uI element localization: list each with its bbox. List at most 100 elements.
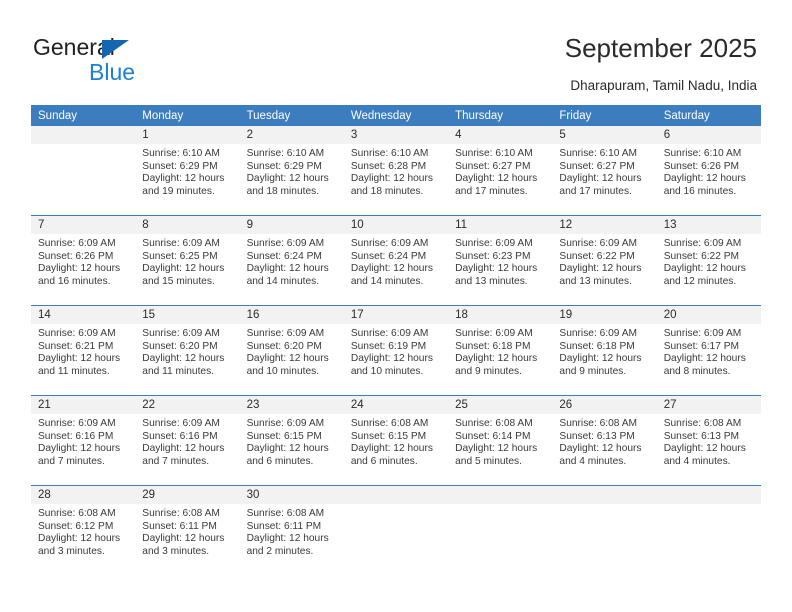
- calendar-day-cell[interactable]: 21 Sunrise: 6:09 AM Sunset: 6:16 PM Dayligh…: [31, 396, 136, 485]
- day-details: Sunrise: 6:08 AM Sunset: 6:14 PM Daylight:…: [448, 414, 552, 468]
- daylight-duration-line2: and 16 minutes.: [663, 185, 737, 197]
- day-details: Sunrise: 6:08 AM Sunset: 6:13 PM Daylight:…: [552, 414, 656, 468]
- calendar-day-cell[interactable]: 9 Sunrise: 6:09 AM Sunset: 6:24 PM Daylight…: [239, 216, 344, 305]
- daylight-duration-line2: and 15 minutes.: [142, 275, 215, 287]
- sunset-time: Sunset: 6:13 PM: [559, 430, 635, 442]
- calendar-header-row: Sunday Monday Tuesday Wednesday Thursday…: [31, 105, 761, 126]
- day-cell-inner: 5 Sunrise: 6:10 AM Sunset: 6:27 PM Daylight…: [552, 126, 657, 215]
- day-cell-inner: 14 Sunrise: 6:09 AM Sunset: 6:21 PM Dayligh…: [31, 306, 136, 395]
- calendar-day-cell[interactable]: 20 Sunrise: 6:09 AM Sunset: 6:17 PM Dayligh…: [656, 306, 761, 395]
- column-header-saturday: Saturday: [656, 105, 761, 126]
- daylight-duration-line2: and 18 minutes.: [350, 185, 424, 197]
- day-number: [343, 486, 449, 504]
- day-cell-inner: [343, 486, 449, 575]
- sunset-time: Sunset: 6:29 PM: [142, 160, 218, 172]
- sunset-time: Sunset: 6:11 PM: [246, 520, 322, 532]
- calendar-day-cell[interactable]: 22 Sunrise: 6:09 AM Sunset: 6:16 PM Dayligh…: [135, 396, 240, 485]
- day-number: 11: [448, 216, 553, 234]
- calendar-week-row: 21 Sunrise: 6:09 AM Sunset: 6:16 PM Dayligh…: [31, 396, 761, 485]
- sunset-time: Sunset: 6:16 PM: [38, 430, 114, 442]
- calendar-day-cell[interactable]: 18 Sunrise: 6:09 AM Sunset: 6:18 PM Dayligh…: [448, 306, 553, 395]
- calendar-day-cell[interactable]: 8 Sunrise: 6:09 AM Sunset: 6:25 PM Daylight…: [135, 216, 240, 305]
- logo-text-blue: Blue: [89, 59, 136, 85]
- day-number: [552, 486, 657, 504]
- day-number: 28: [31, 486, 136, 504]
- calendar-day-cell[interactable]: 3 Sunrise: 6:10 AM Sunset: 6:28 PM Daylight…: [343, 126, 449, 215]
- calendar-day-cell[interactable]: 17 Sunrise: 6:09 AM Sunset: 6:19 PM Dayligh…: [343, 306, 449, 395]
- sunrise-time: Sunrise: 6:10 AM: [350, 148, 429, 159]
- daylight-duration-line1: Daylight: 12 hours: [38, 263, 121, 274]
- calendar-week-row: 28 Sunrise: 6:08 AM Sunset: 6:12 PM Dayligh…: [31, 486, 761, 575]
- calendar-day-cell[interactable]: 15 Sunrise: 6:09 AM Sunset: 6:20 PM Dayligh…: [135, 306, 240, 395]
- sunrise-time: Sunrise: 6:08 AM: [350, 418, 429, 429]
- day-cell-inner: [448, 486, 553, 575]
- calendar-day-cell[interactable]: 7 Sunrise: 6:09 AM Sunset: 6:26 PM Daylight…: [31, 216, 136, 305]
- daylight-duration-line2: and 13 minutes.: [559, 275, 632, 287]
- day-cell-inner: 12 Sunrise: 6:09 AM Sunset: 6:22 PM Dayligh…: [552, 216, 657, 305]
- calendar-day-cell[interactable]: 5 Sunrise: 6:10 AM Sunset: 6:27 PM Daylight…: [552, 126, 657, 215]
- calendar-day-cell[interactable]: 29 Sunrise: 6:08 AM Sunset: 6:11 PM Dayligh…: [135, 486, 240, 575]
- calendar-day-cell[interactable]: 30 Sunrise: 6:08 AM Sunset: 6:11 PM Dayligh…: [239, 486, 344, 575]
- calendar-day-cell[interactable]: 14 Sunrise: 6:09 AM Sunset: 6:21 PM Dayligh…: [31, 306, 136, 395]
- sunset-time: Sunset: 6:27 PM: [455, 160, 531, 172]
- calendar-day-cell[interactable]: 2 Sunrise: 6:10 AM Sunset: 6:29 PM Daylight…: [239, 126, 344, 215]
- sunset-time: Sunset: 6:24 PM: [246, 250, 322, 262]
- calendar-day-cell[interactable]: 12 Sunrise: 6:09 AM Sunset: 6:22 PM Dayligh…: [552, 216, 657, 305]
- calendar-table: Sunday Monday Tuesday Wednesday Thursday…: [31, 105, 761, 575]
- sunrise-time: Sunrise: 6:10 AM: [142, 148, 220, 159]
- day-cell-inner: 7 Sunrise: 6:09 AM Sunset: 6:26 PM Daylight…: [31, 216, 136, 305]
- day-number: 30: [239, 486, 344, 504]
- daylight-duration-line2: and 10 minutes.: [350, 365, 424, 377]
- calendar-day-cell[interactable]: 16 Sunrise: 6:09 AM Sunset: 6:20 PM Dayligh…: [239, 306, 344, 395]
- day-cell-inner: 29 Sunrise: 6:08 AM Sunset: 6:11 PM Dayligh…: [135, 486, 240, 575]
- calendar-day-cell[interactable]: 26 Sunrise: 6:08 AM Sunset: 6:13 PM Dayligh…: [552, 396, 657, 485]
- calendar-day-cell[interactable]: 25 Sunrise: 6:08 AM Sunset: 6:14 PM Dayligh…: [448, 396, 553, 485]
- day-cell-inner: 20 Sunrise: 6:09 AM Sunset: 6:17 PM Dayligh…: [656, 306, 761, 395]
- calendar-day-cell[interactable]: 11 Sunrise: 6:09 AM Sunset: 6:23 PM Dayligh…: [448, 216, 553, 305]
- calendar-day-cell[interactable]: 6 Sunrise: 6:10 AM Sunset: 6:26 PM Daylight…: [656, 126, 761, 215]
- sunset-time: Sunset: 6:29 PM: [246, 160, 322, 172]
- daylight-duration-line2: and 4 minutes.: [559, 455, 627, 467]
- day-number: 8: [135, 216, 240, 234]
- sunrise-time: Sunrise: 6:08 AM: [559, 418, 637, 429]
- calendar-day-cell[interactable]: 19 Sunrise: 6:09 AM Sunset: 6:18 PM Dayligh…: [552, 306, 657, 395]
- day-number: [448, 486, 553, 504]
- daylight-duration-line1: Daylight: 12 hours: [142, 443, 225, 454]
- day-number: 14: [31, 306, 136, 324]
- day-details: Sunrise: 6:10 AM Sunset: 6:26 PM Daylight:…: [657, 144, 761, 198]
- sunset-time: Sunset: 6:24 PM: [350, 250, 427, 262]
- day-cell-inner: 25 Sunrise: 6:08 AM Sunset: 6:14 PM Dayligh…: [448, 396, 553, 485]
- daylight-duration-line2: and 4 minutes.: [663, 455, 731, 467]
- daylight-duration-line2: and 2 minutes.: [246, 545, 314, 557]
- day-details: Sunrise: 6:10 AM Sunset: 6:27 PM Daylight:…: [448, 144, 552, 198]
- sunrise-time: Sunrise: 6:09 AM: [559, 328, 637, 339]
- sunset-time: Sunset: 6:17 PM: [663, 340, 740, 352]
- daylight-duration-line2: and 8 minutes.: [663, 365, 731, 377]
- sunrise-time: Sunrise: 6:08 AM: [663, 418, 742, 429]
- sunrise-time: Sunrise: 6:10 AM: [663, 148, 742, 159]
- day-number: 24: [343, 396, 449, 414]
- calendar-day-cell[interactable]: 13 Sunrise: 6:09 AM Sunset: 6:22 PM Dayligh…: [656, 216, 761, 305]
- sunrise-time: Sunrise: 6:09 AM: [455, 328, 533, 339]
- sunset-time: Sunset: 6:11 PM: [142, 520, 217, 532]
- daylight-duration-line1: Daylight: 12 hours: [142, 353, 225, 364]
- sunrise-time: Sunrise: 6:09 AM: [142, 328, 220, 339]
- column-header-monday: Monday: [135, 105, 240, 126]
- daylight-duration-line2: and 3 minutes.: [38, 545, 105, 557]
- day-number: 4: [448, 126, 553, 144]
- day-cell-inner: 13 Sunrise: 6:09 AM Sunset: 6:22 PM Dayligh…: [656, 216, 761, 305]
- day-number: [656, 486, 761, 504]
- daylight-duration-line2: and 16 minutes.: [38, 275, 111, 287]
- daylight-duration-line1: Daylight: 12 hours: [246, 533, 329, 544]
- sunrise-time: Sunrise: 6:08 AM: [455, 418, 533, 429]
- calendar-day-cell[interactable]: 23 Sunrise: 6:09 AM Sunset: 6:15 PM Dayligh…: [239, 396, 344, 485]
- day-number: 7: [31, 216, 136, 234]
- calendar-day-cell[interactable]: 28 Sunrise: 6:08 AM Sunset: 6:12 PM Dayligh…: [31, 486, 136, 575]
- calendar-day-cell[interactable]: 4 Sunrise: 6:10 AM Sunset: 6:27 PM Daylight…: [448, 126, 553, 215]
- calendar-day-cell[interactable]: 1 Sunrise: 6:10 AM Sunset: 6:29 PM Daylight…: [135, 126, 240, 215]
- day-details: Sunrise: 6:10 AM Sunset: 6:29 PM Daylight:…: [240, 144, 344, 198]
- general-blue-logo[interactable]: General Blue: [33, 34, 233, 88]
- calendar-day-cell[interactable]: 24 Sunrise: 6:08 AM Sunset: 6:15 PM Dayligh…: [343, 396, 449, 485]
- calendar-day-cell[interactable]: 27 Sunrise: 6:08 AM Sunset: 6:13 PM Dayligh…: [656, 396, 761, 485]
- calendar-day-cell[interactable]: 10 Sunrise: 6:09 AM Sunset: 6:24 PM Dayligh…: [343, 216, 449, 305]
